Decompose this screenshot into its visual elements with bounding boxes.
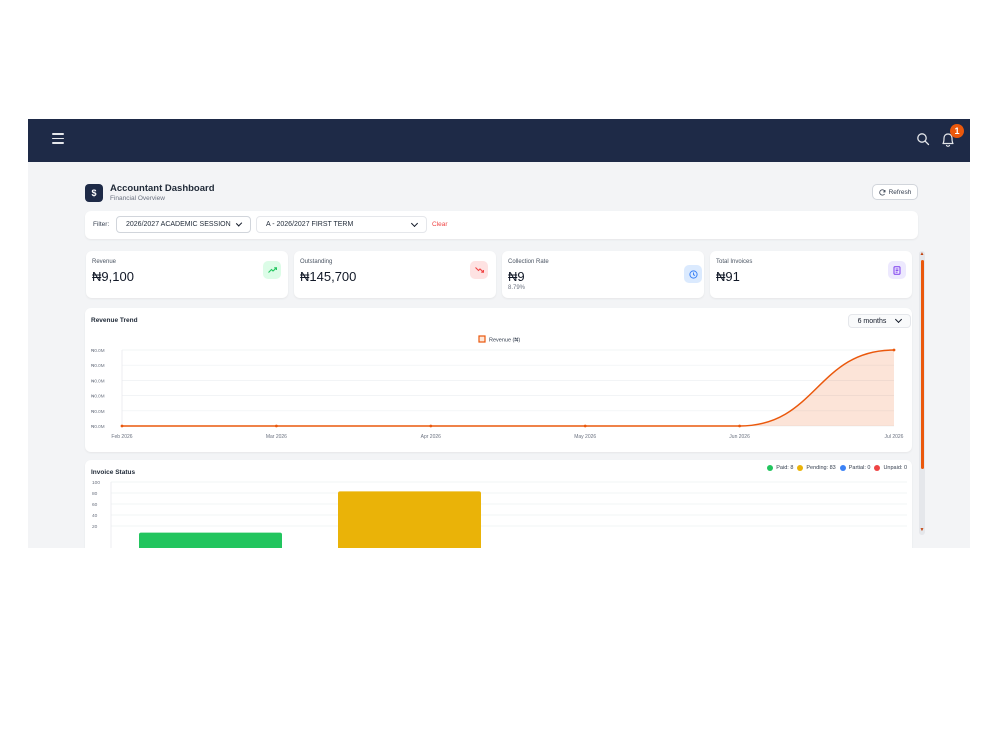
app-window: 1 $ Accountant Dashboard Financial Overv… (28, 119, 970, 548)
page-subtitle: Financial Overview (110, 195, 165, 202)
stat-subvalue: 8.79% (508, 285, 526, 291)
y-tick-label: ₦0.0M (91, 363, 105, 368)
stat-value: ₦91 (716, 269, 740, 284)
refresh-button[interactable]: Refresh (872, 184, 918, 200)
legend-swatch (478, 335, 486, 343)
session-select[interactable]: 2026/2027 ACADEMIC SESSION (116, 216, 251, 233)
revenue-line (122, 349, 895, 427)
refresh-icon (878, 188, 886, 195)
x-tick-label: May 2026 (574, 434, 596, 440)
stat-value: ₦9 (508, 269, 525, 284)
trending-down-icon (470, 261, 488, 279)
stat-card-collection-rate: Collection Rate ₦9 8.79% (502, 251, 704, 298)
stat-label: Collection Rate (508, 259, 549, 265)
y-tick-label: ₦0.0M (91, 348, 105, 353)
session-select-value: 2026/2027 ACADEMIC SESSION (126, 221, 231, 228)
filter-bar: Filter: 2026/2027 ACADEMIC SESSION A - 2… (85, 211, 918, 239)
stat-label: Outstanding (300, 259, 333, 265)
data-point (429, 424, 433, 428)
x-tick-label: Apr 2026 (421, 434, 442, 440)
stat-card-total-invoices: Total Invoices ₦91 (710, 251, 912, 298)
page-title: Accountant Dashboard (110, 183, 215, 194)
data-point (892, 348, 896, 352)
revenue-trend-chart: Revenue (₦) ₦0.0M ₦0.0M ₦0.0M ₦0.0M ₦0.0M ₦0.0… (91, 335, 904, 440)
search-icon[interactable] (916, 132, 930, 146)
x-tick-label: Jul 2026 (885, 434, 904, 440)
y-tick-label: 100 (92, 480, 100, 486)
y-tick-label: ₦0.0M (91, 394, 105, 399)
y-tick-label: ₦0.0M (91, 409, 105, 414)
chevron-down-icon (410, 219, 419, 227)
x-tick-label: Mar 2026 (266, 434, 287, 440)
x-tick-label: Jun 2026 (729, 434, 750, 440)
y-tick-label: ₦0.0M (91, 424, 105, 429)
y-tick-label: 20 (92, 524, 98, 530)
main-content: $ Accountant Dashboard Financial Overvie… (83, 171, 921, 548)
trending-up-icon (263, 261, 281, 279)
stat-card-outstanding: Outstanding ₦145,700 (294, 251, 496, 298)
data-point (120, 424, 124, 428)
range-select-value: 6 months (857, 317, 887, 325)
range-select[interactable]: 6 months (848, 314, 911, 328)
invoice-icon (888, 261, 906, 279)
scroll-up-icon[interactable]: ▲ (919, 251, 925, 257)
scrollbar-thumb[interactable] (921, 260, 924, 469)
y-tick-label: 40 (92, 513, 98, 519)
x-tick-label: Feb 2026 (111, 434, 132, 440)
data-point (583, 424, 587, 428)
revenue-area (122, 350, 894, 426)
data-point (738, 424, 741, 428)
clock-icon (684, 265, 702, 283)
clear-filter-link[interactable]: Clear (432, 221, 448, 228)
bar-paid (139, 532, 282, 548)
y-tick-label: 60 (92, 502, 98, 508)
stat-label: Total Invoices (716, 259, 753, 265)
stat-label: Revenue (92, 259, 117, 265)
term-select[interactable]: A - 2026/2027 FIRST TERM (256, 216, 427, 233)
y-tick-label: 80 (92, 491, 98, 497)
scroll-down-icon[interactable]: ▼ (919, 527, 925, 533)
chevron-down-icon (235, 219, 243, 227)
legend-label: Revenue (₦) (489, 338, 520, 344)
dollar-icon: $ (85, 184, 103, 202)
filter-label: Filter: (93, 221, 110, 228)
notification-badge: 1 (950, 124, 964, 138)
term-select-value: A - 2026/2027 FIRST TERM (266, 221, 354, 228)
invoice-status-chart: 100 80 60 40 20 (92, 480, 907, 548)
y-tick-label: ₦0.0M (91, 378, 105, 383)
data-point (275, 424, 278, 428)
stat-value: ₦9,100 (92, 269, 134, 284)
revenue-trend-title: Revenue Trend (91, 317, 138, 324)
chevron-down-icon (895, 315, 903, 324)
refresh-label: Refresh (888, 188, 912, 196)
stat-value: ₦145,700 (300, 269, 357, 284)
revenue-trend-card: Revenue Trend 6 months Revenue (₦) ₦0.0M ₦… (85, 308, 912, 452)
invoice-status-card: Invoice Status Paid: 8 Pending: 83 Partial… (85, 460, 912, 548)
top-navbar: 1 (28, 119, 970, 162)
bar-pending (338, 491, 481, 548)
hamburger-icon[interactable] (52, 133, 64, 144)
stat-card-revenue: Revenue ₦9,100 (86, 251, 288, 298)
